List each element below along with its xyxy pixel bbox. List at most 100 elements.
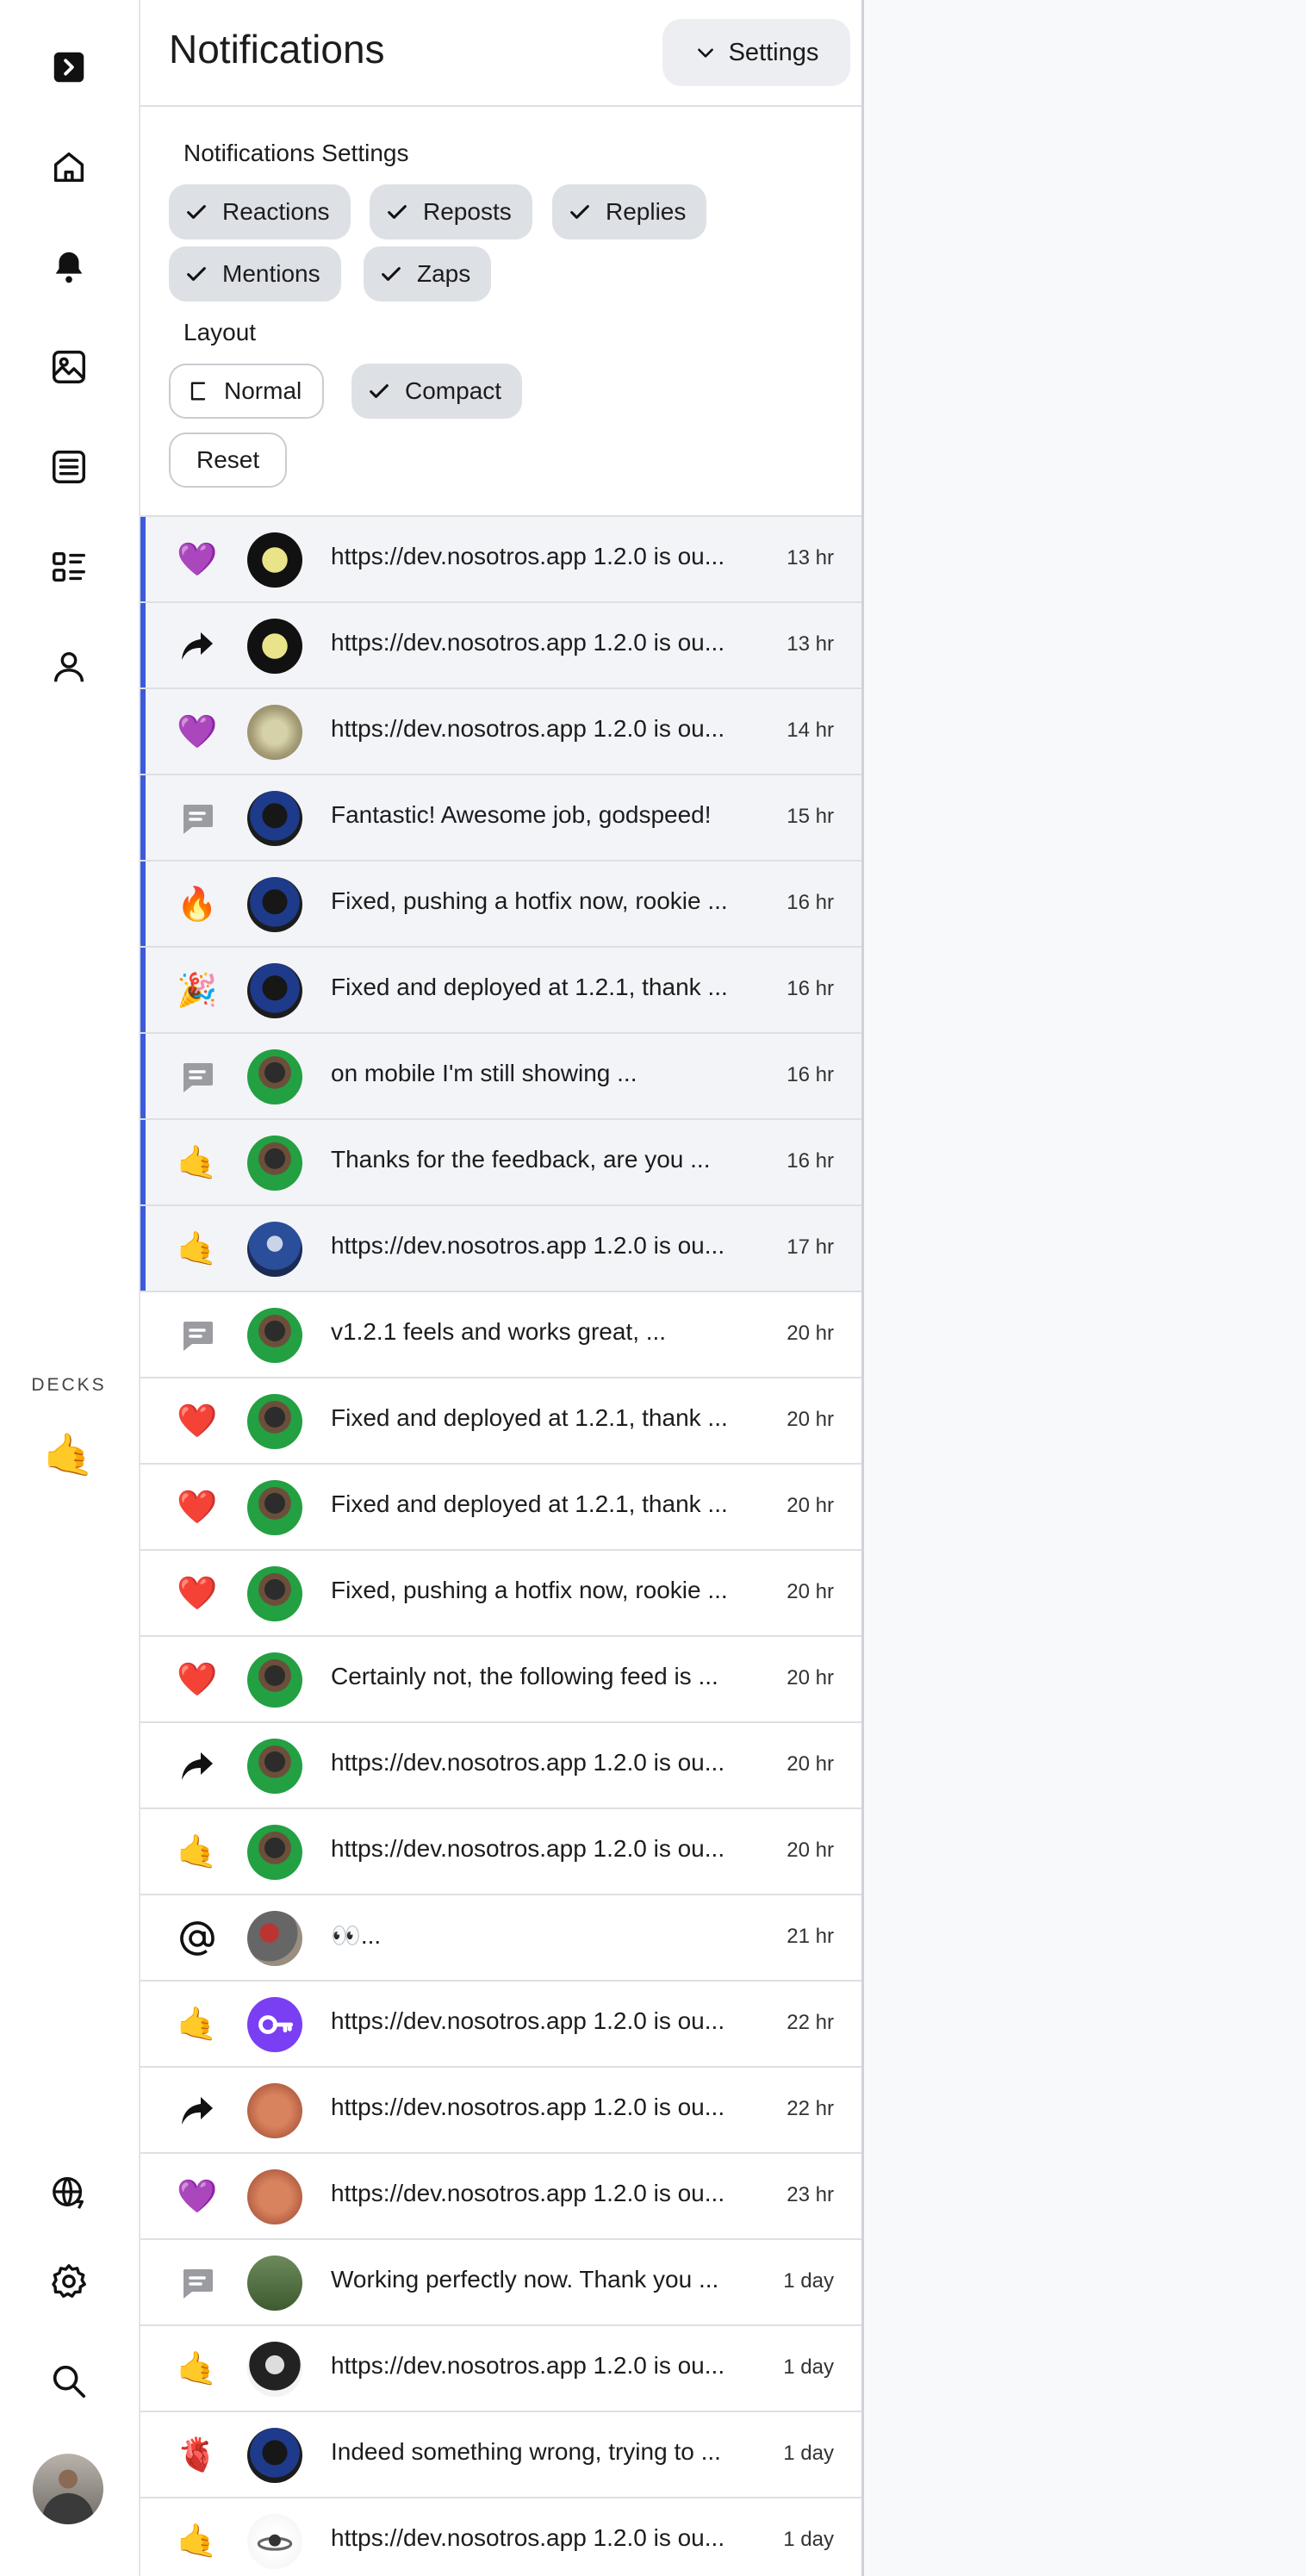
page-title: Notifications <box>169 27 385 72</box>
reset-button[interactable]: Reset <box>169 432 288 488</box>
avatar[interactable] <box>247 705 302 760</box>
reaction-icon: 💜 <box>177 542 218 578</box>
home-button[interactable] <box>34 133 103 202</box>
avatar[interactable] <box>247 2169 302 2224</box>
avatar[interactable] <box>247 1911 302 1966</box>
notification-row[interactable]: 🤙 Thanks for the feedback, are you ... 16 … <box>140 1120 861 1206</box>
layout-compact-label: Compact <box>405 377 502 404</box>
notification-row[interactable]: ❤️ Fixed and deployed at 1.2.1, thank ...… <box>140 1465 861 1551</box>
filter-label: Mentions <box>222 260 320 287</box>
notification-row[interactable]: 🤙 https://dev.nosotros.app 1.2.0 is ou...… <box>140 1982 861 2068</box>
avatar[interactable] <box>247 1136 302 1191</box>
globe-icon <box>53 2177 84 2209</box>
repost-icon <box>175 1744 220 1789</box>
avatar[interactable] <box>247 1308 302 1363</box>
notification-time: 20 hr <box>787 1666 834 1689</box>
articles-button[interactable] <box>34 432 103 501</box>
notification-time: 1 day <box>783 2269 834 2293</box>
filter-replies-chip[interactable]: Replies <box>552 184 707 240</box>
notification-row[interactable]: on mobile I'm still showing ... 16 hr <box>140 1034 861 1120</box>
notification-text: https://dev.nosotros.app 1.2.0 is ou... <box>331 2180 725 2206</box>
avatar[interactable] <box>247 1566 302 1621</box>
reaction-icon: ❤️ <box>177 1403 218 1440</box>
notification-text: Certainly not, the following feed is ... <box>331 1663 718 1689</box>
notification-row[interactable]: 🤙 https://dev.nosotros.app 1.2.0 is ou...… <box>140 1206 861 1292</box>
avatar[interactable] <box>247 877 302 932</box>
notification-row[interactable]: 👀... 21 hr <box>140 1895 861 1982</box>
notification-row[interactable]: v1.2.1 feels and works great, ... 20 hr <box>140 1292 861 1378</box>
avatar[interactable] <box>247 1739 302 1794</box>
notification-time: 23 hr <box>787 2183 834 2206</box>
filter-label: Zaps <box>417 260 471 287</box>
notification-time: 20 hr <box>787 1839 834 1862</box>
lists-button[interactable] <box>34 532 103 601</box>
collapse-sidebar-button[interactable] <box>34 33 103 102</box>
notification-row[interactable]: 🤙 https://dev.nosotros.app 1.2.0 is ou...… <box>140 2326 861 2412</box>
notification-row[interactable]: Fantastic! Awesome job, godspeed! 15 hr <box>140 775 861 862</box>
layout-compact-chip[interactable]: Compact <box>351 364 523 419</box>
notification-row[interactable]: 🤙 https://dev.nosotros.app 1.2.0 is ou...… <box>140 2498 861 2576</box>
notification-row[interactable]: ❤️ Certainly not, the following feed is .… <box>140 1637 861 1723</box>
avatar[interactable] <box>247 2342 302 2397</box>
notification-row[interactable]: Working perfectly now. Thank you ... 1 da… <box>140 2240 861 2326</box>
notification-text: v1.2.1 feels and works great, ... <box>331 1318 667 1345</box>
notification-row[interactable]: 💜 https://dev.nosotros.app 1.2.0 is ou...… <box>140 2154 861 2240</box>
avatar[interactable] <box>247 2256 302 2311</box>
notification-row[interactable]: 💜 https://dev.nosotros.app 1.2.0 is ou...… <box>140 517 861 603</box>
avatar[interactable] <box>247 2083 302 2138</box>
search-button[interactable] <box>34 2347 103 2416</box>
notification-row[interactable]: ❤️ Fixed, pushing a hotfix now, rookie ..… <box>140 1551 861 1637</box>
reply-icon <box>175 2261 220 2305</box>
avatar[interactable] <box>247 963 302 1018</box>
avatar[interactable] <box>247 1480 302 1535</box>
reaction-icon: 🎉 <box>177 973 218 1009</box>
profile-button[interactable] <box>34 632 103 701</box>
filter-label: Replies <box>606 198 687 225</box>
bell-icon <box>55 252 83 283</box>
avatar[interactable] <box>247 1049 302 1104</box>
notification-row[interactable]: 🔥 Fixed, pushing a hotfix now, rookie ...… <box>140 862 861 948</box>
media-button[interactable] <box>34 333 103 401</box>
filter-mentions-chip[interactable]: Mentions <box>169 246 341 302</box>
avatar[interactable] <box>247 791 302 846</box>
avatar[interactable] <box>247 2514 302 2569</box>
filter-zaps-chip[interactable]: Zaps <box>364 246 492 302</box>
notification-row[interactable]: ❤️ Fixed and deployed at 1.2.1, thank ...… <box>140 1378 861 1465</box>
notification-time: 15 hr <box>787 805 834 828</box>
notification-row[interactable]: 🫀 Indeed something wrong, trying to ... 1 … <box>140 2412 861 2498</box>
repost-icon <box>175 2088 220 2133</box>
avatar[interactable] <box>247 1394 302 1449</box>
notification-text: https://dev.nosotros.app 1.2.0 is ou... <box>331 629 725 656</box>
layout-normal-chip[interactable]: Normal <box>169 364 325 419</box>
settings-toggle-button[interactable]: Settings <box>662 19 850 86</box>
check-icon <box>187 267 206 281</box>
avatar[interactable] <box>247 619 302 674</box>
notification-time: 16 hr <box>787 891 834 914</box>
avatar[interactable] <box>247 1222 302 1277</box>
notification-row[interactable]: 🤙 https://dev.nosotros.app 1.2.0 is ou...… <box>140 1809 861 1895</box>
notification-row[interactable]: https://dev.nosotros.app 1.2.0 is ou... 2… <box>140 2068 861 2154</box>
notification-row[interactable]: https://dev.nosotros.app 1.2.0 is ou... 2… <box>140 1723 861 1809</box>
avatar[interactable] <box>247 2428 302 2483</box>
notification-row[interactable]: 💜 https://dev.nosotros.app 1.2.0 is ou...… <box>140 689 861 775</box>
avatar[interactable] <box>247 1825 302 1880</box>
notification-time: 17 hr <box>787 1235 834 1259</box>
settings-nav-button[interactable] <box>34 2247 103 2316</box>
relays-button[interactable] <box>34 2157 103 2226</box>
notification-row[interactable]: https://dev.nosotros.app 1.2.0 is ou... 1… <box>140 603 861 689</box>
reaction-icon: 🤙 <box>177 1145 218 1181</box>
avatar[interactable] <box>247 1652 302 1708</box>
filter-reactions-chip[interactable]: Reactions <box>169 184 351 240</box>
layout-normal-icon <box>190 382 206 401</box>
notification-row[interactable]: 🎉 Fixed and deployed at 1.2.1, thank ... 1… <box>140 948 861 1034</box>
user-avatar[interactable] <box>33 2454 103 2524</box>
avatar[interactable] <box>247 532 302 588</box>
notification-text: https://dev.nosotros.app 1.2.0 is ou... <box>331 2524 725 2551</box>
avatar[interactable] <box>247 1997 302 2052</box>
image-icon <box>53 351 85 383</box>
deck-item[interactable]: 🤙 <box>34 1422 103 1487</box>
key-icon <box>258 2015 294 2034</box>
filter-reposts-chip[interactable]: Reposts <box>370 184 532 240</box>
saturn-icon <box>257 2534 293 2551</box>
notifications-button[interactable] <box>34 233 103 302</box>
